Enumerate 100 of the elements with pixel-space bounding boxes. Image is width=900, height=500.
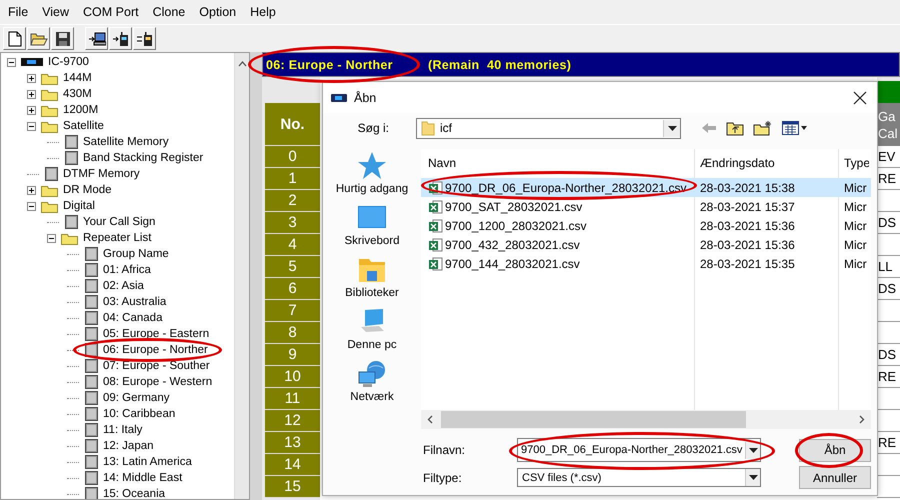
tree-item[interactable]: Satellite Memory [83, 136, 169, 148]
scroll-right-icon[interactable] [859, 415, 865, 424]
tree-item[interactable]: 09: Germany [103, 392, 170, 404]
file-type-label: Filtype: [423, 470, 463, 484]
look-in-label: Søg i: [356, 121, 389, 135]
places-item[interactable]: Biblioteker [329, 255, 415, 307]
row-number: 10 [265, 366, 320, 388]
collapse-icon[interactable] [47, 234, 56, 242]
collapse-icon[interactable] [7, 58, 16, 66]
folder-icon [41, 104, 58, 116]
scrollbar[interactable] [234, 53, 249, 499]
clone-button[interactable] [133, 27, 156, 50]
memory-icon [85, 311, 98, 325]
folder-icon [41, 200, 58, 212]
scrollbar[interactable] [421, 410, 871, 429]
tree-item[interactable]: 12: Japan [103, 440, 154, 452]
expand-icon[interactable] [27, 74, 36, 82]
dialog-title: Åbn [354, 90, 376, 104]
tree-item[interactable]: 15: Oceania [103, 488, 166, 499]
menu-item[interactable]: File [8, 5, 28, 19]
tree-item[interactable]: 430M [63, 88, 92, 100]
tree-item[interactable]: Band Stacking Register [83, 152, 204, 164]
up-folder-icon[interactable] [726, 120, 744, 136]
menu-item[interactable]: Help [250, 5, 276, 19]
spreadsheet-file-icon [429, 256, 443, 270]
tree-item[interactable]: 07: Europe - Souther [103, 360, 210, 372]
tree-item[interactable]: 10: Caribbean [103, 408, 176, 420]
file-type-dropdown[interactable]: CSV files (*.csv) [517, 468, 761, 487]
column-group-header [877, 81, 900, 103]
file-type: Micr [843, 218, 868, 232]
tree-item[interactable]: 04: Canada [103, 312, 162, 324]
tree-item[interactable]: Digital [63, 200, 95, 212]
look-in-dropdown[interactable]: icf [416, 118, 681, 138]
tree-item[interactable]: 1200M [63, 104, 98, 116]
memory-icon [85, 279, 98, 293]
places-item[interactable]: Netværk [329, 359, 415, 411]
new-file-button[interactable] [3, 27, 26, 50]
places-item[interactable]: Denne pc [329, 307, 415, 359]
menu-item[interactable]: COM Port [83, 5, 139, 19]
memory-icon [85, 263, 98, 277]
row-number: 15 [265, 476, 320, 498]
tree-item[interactable]: Satellite [63, 120, 104, 132]
tree-item[interactable]: 03: Australia [103, 296, 166, 308]
tree-item[interactable]: IC-9700 [48, 56, 89, 68]
folder-icon [41, 184, 58, 196]
tree-item[interactable]: 05: Europe - Eastern [103, 328, 210, 340]
tree-item[interactable]: DTMF Memory [63, 168, 140, 180]
places-item[interactable]: Skrivebord [329, 203, 415, 255]
file-row[interactable]: 9700_DR_06_Europa-Norther_28032021.csv 28-03-2021 15:38 Micr [421, 178, 871, 197]
menu-item[interactable]: Option [199, 5, 236, 19]
tree-item[interactable]: 11: Italy [103, 424, 142, 436]
memory-icon [85, 247, 98, 261]
file-name-field[interactable]: 9700_DR_06_Europa-Norther_28032021.csv [517, 438, 761, 462]
tree-item[interactable]: Group Name [103, 248, 169, 260]
file-row[interactable]: 9700_144_28032021.csv 28-03-2021 15:35 Micr [421, 254, 871, 273]
file-row[interactable]: 9700_SAT_28032021.csv 28-03-2021 15:37 Micr [421, 197, 871, 216]
tree-item[interactable]: 14: Middle East [103, 472, 182, 484]
file-type: Micr [843, 256, 868, 270]
cancel-button[interactable]: Annuller [799, 466, 871, 489]
tree-item[interactable]: 144M [63, 72, 92, 84]
file-row[interactable]: 9700_1200_28032021.csv 28-03-2021 15:36 Micr [421, 216, 871, 235]
open-folder-button[interactable] [27, 27, 50, 50]
row-number: 7 [265, 300, 320, 322]
places-item[interactable]: Hurtig adgang [329, 151, 415, 203]
spreadsheet-file-icon [429, 238, 443, 252]
save-button[interactable] [51, 27, 74, 50]
file-name: 9700_1200_28032021.csv [445, 218, 586, 232]
column-header[interactable]: Navn [421, 156, 694, 170]
scroll-up-icon[interactable] [238, 61, 246, 67]
tree-item[interactable]: Repeater List [83, 232, 152, 244]
expand-icon[interactable] [27, 186, 36, 194]
file-row[interactable]: 9700_432_28032021.csv 28-03-2021 15:36 Micr [421, 235, 871, 254]
tree-item[interactable]: 06: Europe - Norther [103, 344, 208, 356]
expand-icon[interactable] [27, 90, 36, 98]
star-icon [357, 151, 387, 181]
collapse-icon[interactable] [27, 202, 36, 210]
menu-item[interactable]: View [42, 5, 70, 19]
view-menu-icon[interactable] [782, 121, 808, 135]
tree-item[interactable]: 13: Latin America [103, 456, 192, 468]
tree-item[interactable]: 08: Europe - Western [103, 376, 212, 388]
new-folder-icon[interactable] [753, 120, 773, 136]
column-header[interactable]: Ændringsdato [694, 156, 838, 170]
computer-arrow-icon [88, 30, 106, 46]
collapse-icon[interactable] [27, 122, 36, 130]
tree-item[interactable]: 02: Asia [103, 280, 144, 292]
tree-item[interactable]: DR Mode [63, 184, 112, 196]
tree-item[interactable]: 01: Africa [103, 264, 151, 276]
tree-item[interactable]: Your Call Sign [83, 216, 156, 228]
open-button[interactable]: Åbn [799, 438, 871, 462]
memory-icon [65, 215, 78, 229]
expand-icon[interactable] [27, 106, 36, 114]
read-button[interactable] [85, 27, 108, 50]
folder-icon [41, 72, 58, 84]
folder-icon [41, 88, 58, 100]
menu-item[interactable]: Clone [152, 5, 186, 19]
row-number: 2 [265, 190, 320, 212]
row-number: 12 [265, 410, 320, 432]
write-button[interactable] [109, 27, 132, 50]
scroll-left-icon[interactable] [427, 415, 433, 424]
close-icon[interactable] [853, 90, 867, 104]
